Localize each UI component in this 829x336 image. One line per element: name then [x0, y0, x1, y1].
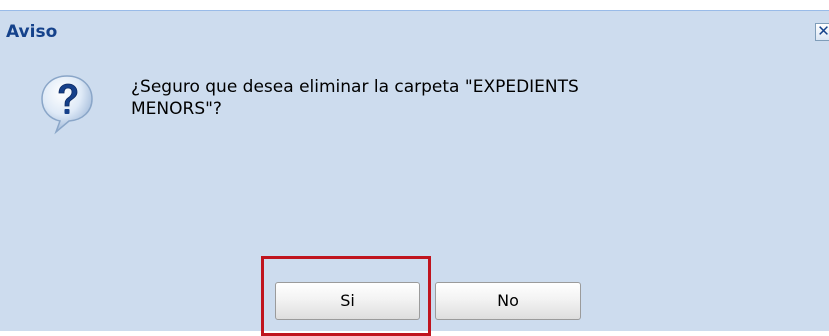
- no-button[interactable]: No: [435, 282, 581, 320]
- message-line-2: MENORS"?: [131, 99, 222, 119]
- message-line-1: ¿Seguro que desea eliminar la carpeta "E…: [131, 77, 579, 97]
- close-icon[interactable]: ✕: [815, 23, 829, 41]
- dialog-message: ¿Seguro que desea eliminar la carpeta "E…: [131, 76, 731, 120]
- confirm-dialog: Aviso ✕ ¿Seguro que desea eliminar la ca…: [0, 10, 829, 331]
- screen: Aviso ✕ ¿Seguro que desea eliminar la ca…: [0, 0, 829, 336]
- question-icon: [41, 75, 93, 135]
- yes-button[interactable]: Si: [275, 282, 420, 320]
- dialog-titlebar: Aviso ✕: [0, 11, 829, 51]
- dialog-title: Aviso: [6, 22, 58, 42]
